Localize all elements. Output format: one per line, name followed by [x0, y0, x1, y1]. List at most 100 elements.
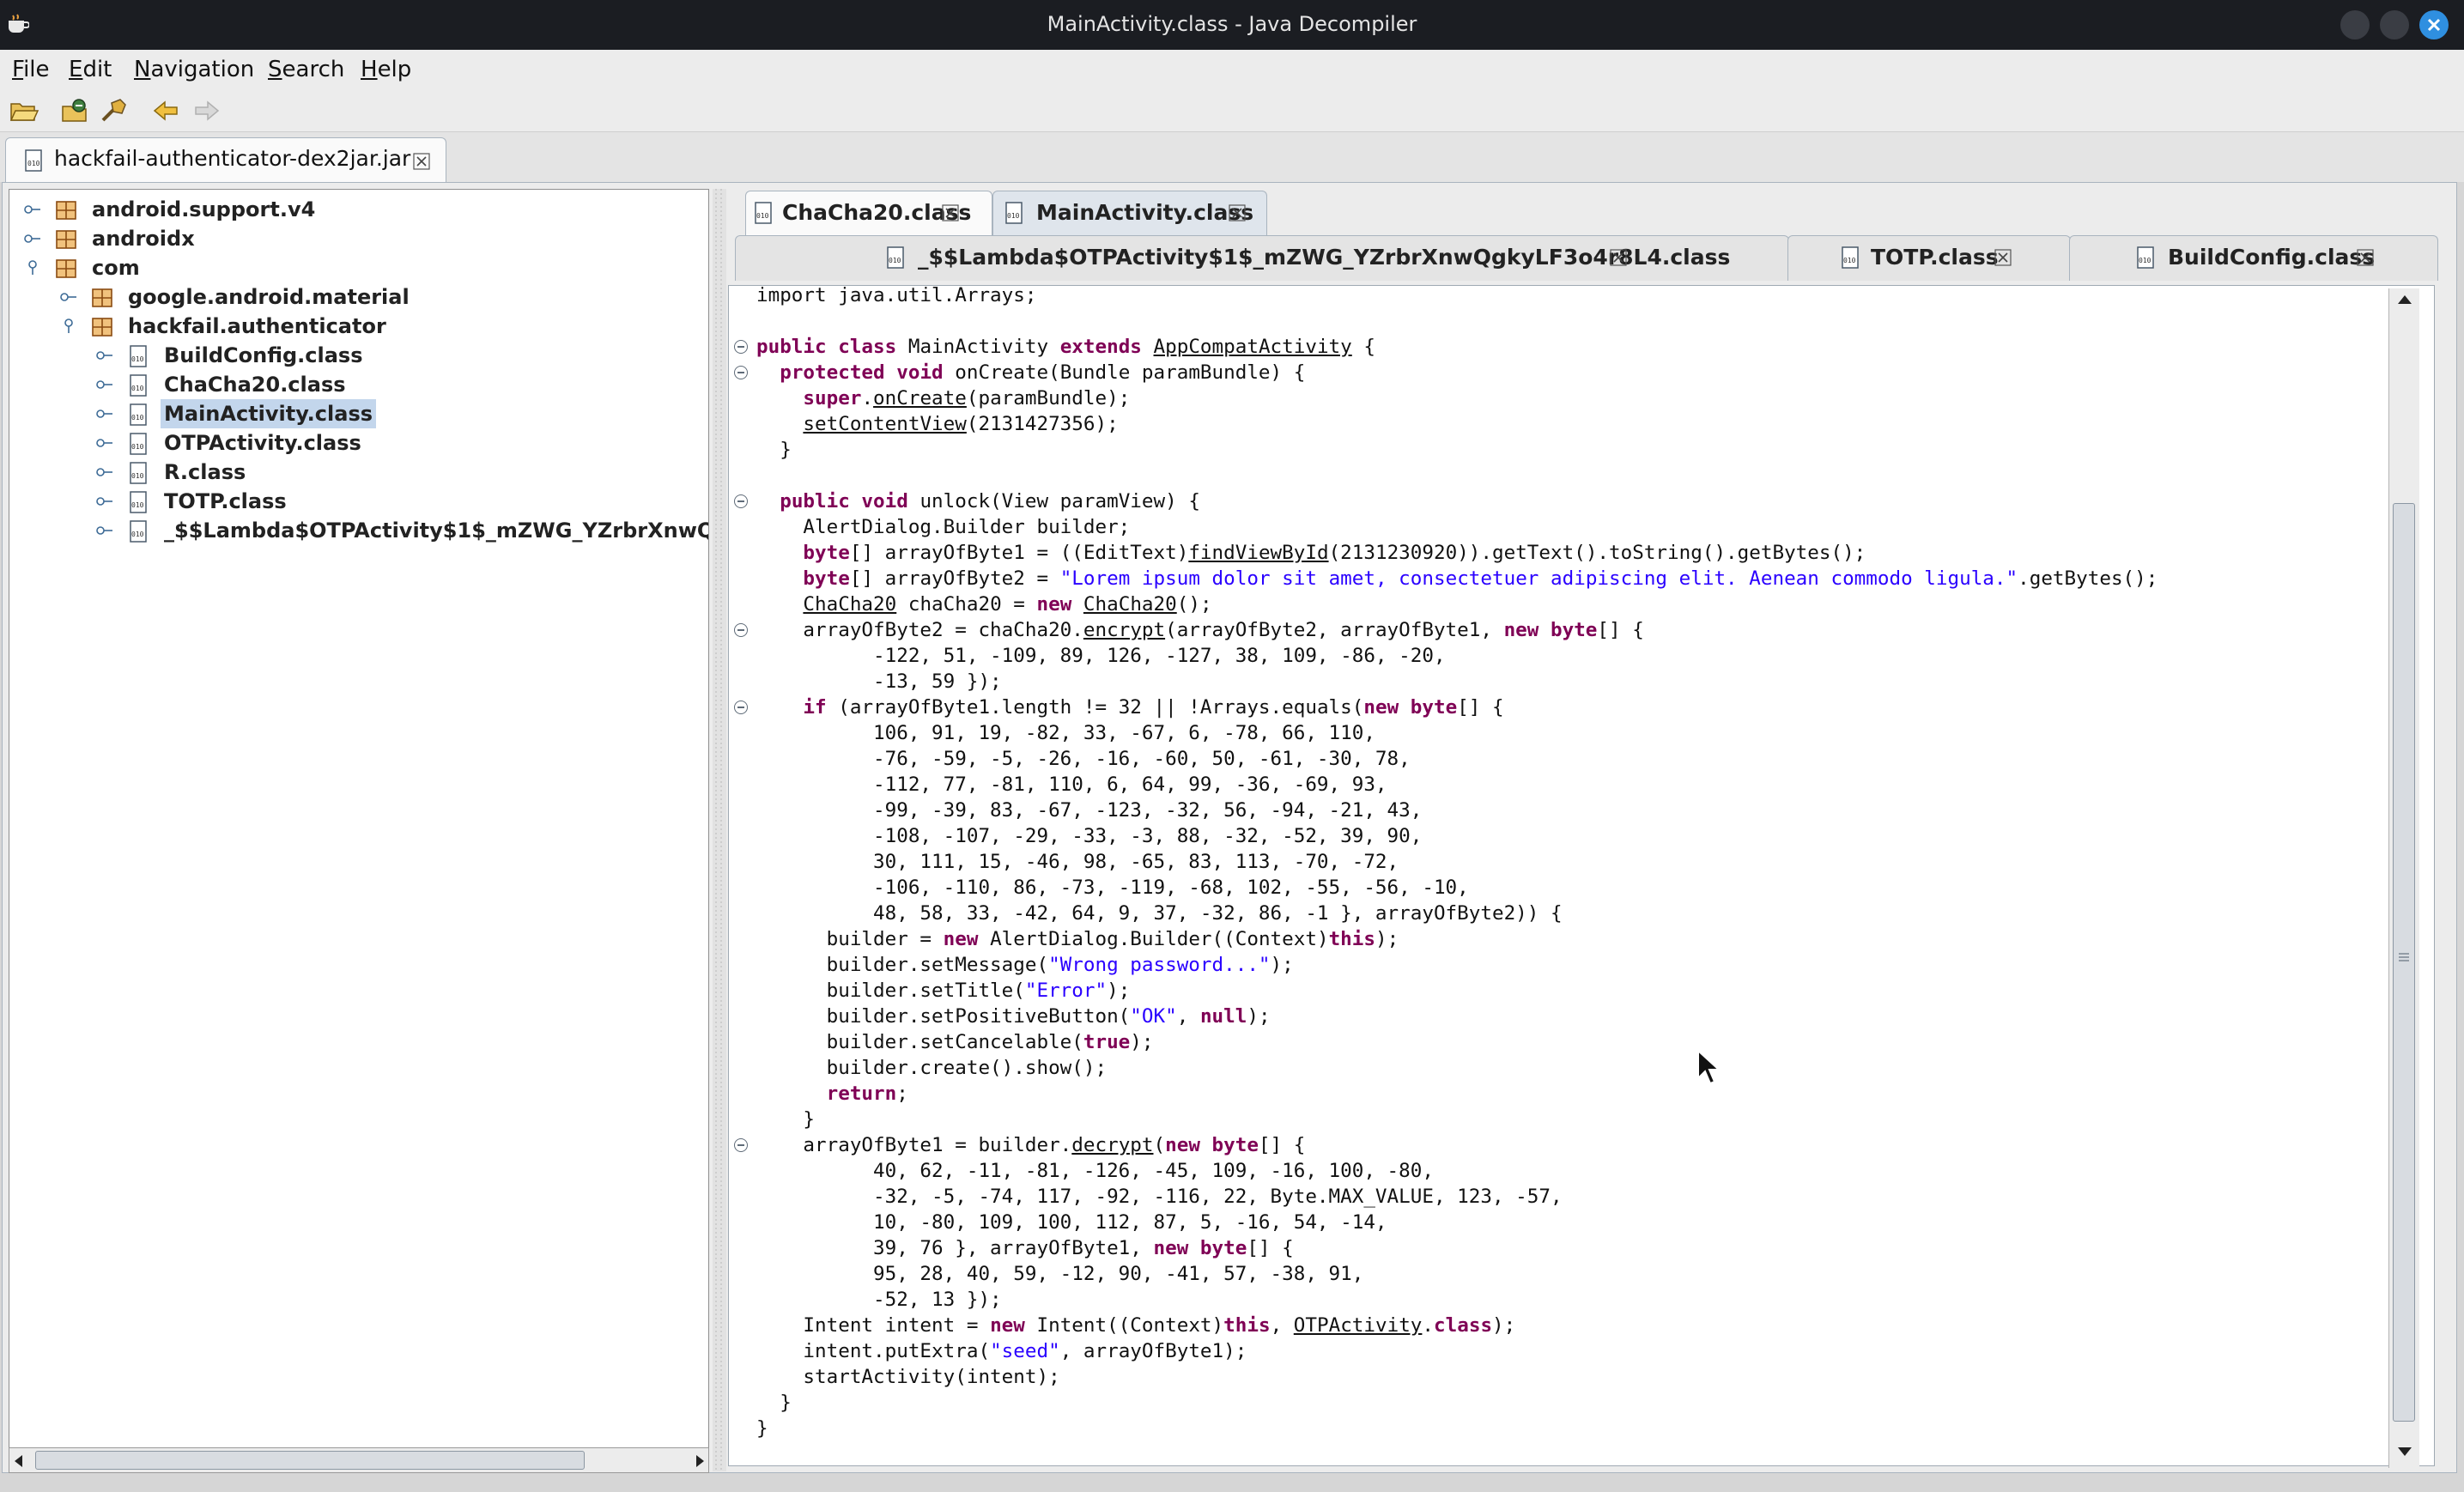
code-line: -52, 13 });	[756, 1287, 2158, 1313]
collapsed-handle-icon[interactable]	[95, 348, 114, 363]
code-text: AlertDialog.Builder((Context)	[990, 928, 1329, 950]
class-file-icon: 010	[130, 345, 147, 367]
menu-edit[interactable]: Edit	[69, 50, 112, 89]
code-link[interactable]: decrypt	[1071, 1134, 1153, 1156]
minimize-button[interactable]	[2340, 10, 2370, 39]
collapsed-handle-icon[interactable]	[95, 377, 114, 392]
tree-item-label: R.class	[164, 460, 246, 484]
code-link[interactable]: OTPActivity	[1294, 1314, 1423, 1337]
collapsed-handle-icon[interactable]	[95, 435, 114, 451]
open-file-icon[interactable]	[9, 96, 39, 125]
close-window-button[interactable]	[2419, 10, 2449, 39]
tab-lambda-otpactivity[interactable]: 010 _$$Lambda$OTPActivity$1$_mZWG_YZrbrX…	[735, 235, 1789, 281]
tab-mainactivity[interactable]: 010 MainActivity.class	[992, 191, 1267, 236]
code-line: super.onCreate(paramBundle);	[756, 385, 2158, 411]
tab-chacha20[interactable]: 010 ChaCha20.class	[745, 191, 992, 236]
collapsed-handle-icon[interactable]	[23, 202, 42, 217]
close-tab-icon[interactable]	[942, 203, 959, 222]
code-link[interactable]: onCreate	[873, 387, 967, 409]
code-line: builder.setMessage("Wrong password...");	[756, 952, 2158, 978]
expanded-handle-icon[interactable]	[23, 260, 42, 276]
code-line: 10, -80, 109, 100, 112, 87, 5, -16, 54, …	[756, 1210, 2158, 1235]
source-code-view[interactable]: import java.util.Arrays; public class Mai…	[728, 285, 2435, 1466]
menu-search[interactable]: Search	[268, 50, 344, 89]
svg-text:010: 010	[131, 385, 144, 392]
fold-toggle-icon[interactable]	[734, 340, 748, 354]
code-text: .	[1422, 1314, 1435, 1337]
close-tab-icon[interactable]	[1994, 248, 2012, 267]
tree-horizontal-scrollbar[interactable]	[9, 1447, 709, 1473]
code-text: (arrayOfByte2, arrayOfByte1,	[1165, 619, 1504, 641]
tree-item-label: google.android.material	[128, 285, 410, 309]
collapsed-handle-icon[interactable]	[59, 289, 78, 305]
tree-scroll-thumb[interactable]	[35, 1451, 585, 1470]
tab-buildconfig[interactable]: 010 BuildConfig.class	[2069, 235, 2438, 281]
archive-tab[interactable]: 010 hackfail-authenticator-dex2jar.jar	[5, 137, 446, 182]
code-link[interactable]: AppCompatActivity	[1154, 336, 1352, 358]
close-tab-icon[interactable]	[1229, 203, 1246, 222]
svg-text:010: 010	[889, 257, 901, 264]
code-text: ();	[1176, 593, 1212, 616]
code-vertical-scrollbar[interactable]	[2388, 288, 2419, 1468]
fold-toggle-icon[interactable]	[734, 623, 748, 637]
collapsed-handle-icon[interactable]	[23, 231, 42, 246]
scroll-down-arrow[interactable]	[2398, 1447, 2412, 1456]
close-tab-icon[interactable]	[2357, 248, 2374, 267]
maximize-button[interactable]	[2380, 10, 2409, 39]
collapsed-handle-icon[interactable]	[95, 523, 114, 538]
svg-text:010: 010	[131, 443, 144, 451]
jar-file-icon: 010	[25, 149, 42, 172]
code-keyword: new byte	[1153, 1237, 1247, 1259]
close-tab-icon[interactable]	[1610, 248, 1627, 267]
code-link[interactable]: findViewById	[1188, 542, 1328, 564]
open-type-icon[interactable]	[60, 96, 91, 125]
code-line: builder.create().show();	[756, 1055, 2158, 1081]
pane-splitter[interactable]	[713, 189, 726, 1471]
code-text: , arrayOfByte1);	[1059, 1340, 1247, 1362]
menu-help[interactable]: Help	[361, 50, 411, 89]
fold-toggle-icon[interactable]	[734, 1138, 748, 1152]
menu-navigation[interactable]: Navigation	[134, 50, 254, 89]
tab-totp[interactable]: 010 TOTP.class	[1787, 235, 2071, 281]
fold-toggle-icon[interactable]	[734, 701, 748, 714]
code-text: Intent intent =	[756, 1314, 991, 1337]
class-file-icon: 010	[130, 520, 147, 543]
code-line: }	[756, 1416, 2158, 1441]
code-scroll-thumb[interactable]	[2393, 503, 2415, 1422]
code-keyword: new byte	[1165, 1134, 1259, 1156]
code-line: builder = new AlertDialog.Builder((Conte…	[756, 926, 2158, 952]
code-text: arrayOfByte1 = builder.	[756, 1134, 1072, 1156]
code-string: "OK"	[1130, 1005, 1177, 1028]
search-icon[interactable]	[98, 96, 129, 125]
class-file-icon: 010	[130, 433, 147, 455]
code-link[interactable]: setContentView	[803, 413, 966, 435]
code-text: }	[756, 1417, 768, 1440]
fold-toggle-icon[interactable]	[734, 366, 748, 379]
close-tab-icon[interactable]	[413, 152, 430, 171]
code-link[interactable]: ChaCha20	[1083, 593, 1177, 616]
code-text: builder.setMessage(	[756, 954, 1049, 976]
menu-bar: File Edit Navigation Search Help	[0, 50, 2464, 89]
code-link[interactable]: ChaCha20	[803, 593, 896, 616]
code-text: 106, 91, 19, -82, 33, -67, 6, -78, 66, 1…	[756, 722, 1375, 744]
collapsed-handle-icon[interactable]	[95, 406, 114, 422]
tree-item-label: hackfail.authenticator	[128, 314, 386, 338]
back-icon[interactable]	[151, 96, 182, 125]
scroll-left-arrow[interactable]	[15, 1455, 22, 1467]
code-text: -108, -107, -29, -33, -3, 88, -32, -52, …	[756, 825, 1423, 847]
menu-file[interactable]: File	[12, 50, 50, 89]
scroll-up-arrow[interactable]	[2398, 295, 2412, 304]
collapsed-handle-icon[interactable]	[95, 464, 114, 480]
code-text: 39, 76 }, arrayOfByte1,	[756, 1237, 1154, 1259]
code-line: Intent intent = new Intent((Context)this…	[756, 1313, 2158, 1338]
code-link[interactable]: encrypt	[1083, 619, 1165, 641]
collapsed-handle-icon[interactable]	[95, 494, 114, 509]
forward-icon[interactable]	[191, 96, 222, 125]
mouse-cursor-icon	[1697, 1049, 1721, 1085]
fold-toggle-icon[interactable]	[734, 494, 748, 508]
expanded-handle-icon[interactable]	[59, 318, 78, 334]
code-line: 95, 28, 40, 59, -12, 90, -41, 57, -38, 9…	[756, 1261, 2158, 1287]
scroll-right-arrow[interactable]	[696, 1455, 704, 1467]
